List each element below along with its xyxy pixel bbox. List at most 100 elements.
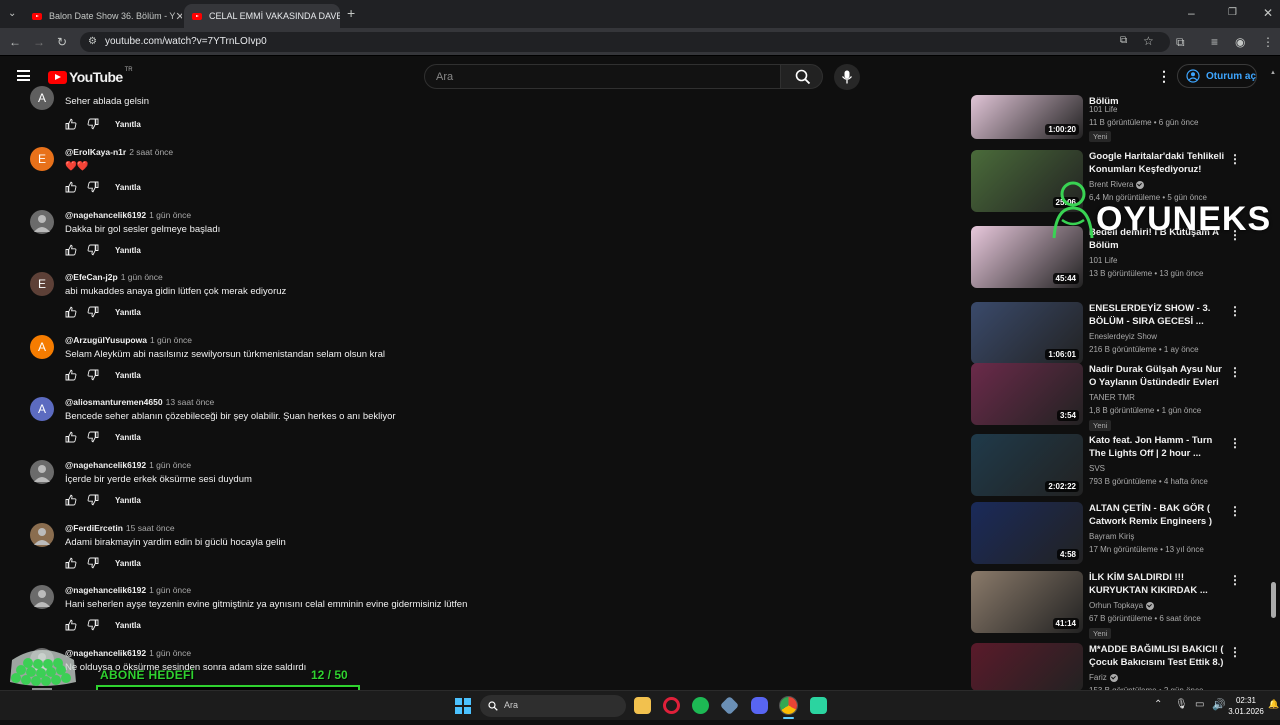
dislike-icon[interactable] [87, 306, 99, 318]
reply-button[interactable]: Yanıtla [115, 308, 141, 317]
related-video-item[interactable]: 3:54 Nadir Durak Gülşah Aysu Nur O Yaylan… [971, 363, 1251, 431]
comment-author[interactable]: @nagehancelik6192 1 gün önce [65, 460, 191, 470]
video-title[interactable]: İLK KİM SALDIRDI !!! KURYUKTAN KIKIRDAK … [1089, 571, 1225, 597]
like-icon[interactable] [65, 619, 77, 631]
like-icon[interactable] [65, 369, 77, 381]
video-thumbnail[interactable]: 1:00:20 [971, 95, 1083, 139]
channel-name[interactable]: Bayram Kiriş [1089, 532, 1134, 541]
comment-username[interactable]: @ArzugülYusupowa [65, 335, 147, 345]
comment-time[interactable]: 1 gün önce [149, 648, 191, 658]
more-actions-icon[interactable]: ⋮ [1229, 504, 1241, 518]
channel-name[interactable]: 101 Life [1089, 256, 1117, 265]
like-icon[interactable] [65, 306, 77, 318]
dislike-icon[interactable] [87, 557, 99, 569]
reply-button[interactable]: Yanıtla [115, 559, 141, 568]
notifications-icon[interactable]: 🔔 [1268, 699, 1279, 710]
channel-name[interactable]: 101 Life [1089, 105, 1117, 114]
comment-username[interactable]: @aliosmanturemen4650 [65, 397, 163, 407]
dislike-icon[interactable] [87, 494, 99, 506]
maximize-icon[interactable]: ❐ [1228, 7, 1237, 19]
comment-time[interactable]: 15 saat önce [126, 523, 175, 533]
more-actions-icon[interactable]: ⋮ [1229, 365, 1241, 379]
video-title[interactable]: ENESLERDEYİZ SHOW - 3. BÖLÜM - SIRA GECE… [1089, 302, 1225, 328]
avatar[interactable]: A [30, 335, 54, 359]
channel-name[interactable]: TANER TMR [1089, 393, 1135, 402]
video-title[interactable]: ALTAN ÇETİN - BAK GÖR ( Catwork Remix En… [1089, 502, 1225, 528]
dislike-icon[interactable] [87, 619, 99, 631]
comment-time[interactable]: 1 gün önce [149, 585, 191, 595]
voice-search-button[interactable] [834, 64, 860, 90]
comment-username[interactable]: @EfeCan-j2p [65, 272, 118, 282]
tab-balon-date[interactable]: Balon Date Show 36. Bölüm - Y ✕ [24, 4, 182, 28]
settings-more-icon[interactable]: ⋮ [1157, 68, 1171, 85]
avatar[interactable] [30, 210, 54, 234]
tray-microphone-icon[interactable]: 🎙 [1175, 699, 1188, 710]
file-explorer-icon[interactable] [634, 697, 651, 714]
install-app-icon[interactable]: ⧉ [1120, 35, 1127, 46]
video-thumbnail[interactable]: 3:54 [971, 363, 1083, 425]
avatar[interactable]: E [30, 272, 54, 296]
dislike-icon[interactable] [87, 244, 99, 256]
dislike-icon[interactable] [87, 431, 99, 443]
reply-button[interactable]: Yanıtla [115, 371, 141, 380]
forward-icon[interactable]: → [33, 36, 45, 48]
like-icon[interactable] [65, 181, 77, 193]
like-icon[interactable] [65, 557, 77, 569]
channel-name[interactable]: Fariz [1089, 673, 1118, 682]
search-input[interactable]: Ara [424, 64, 781, 89]
channel-name[interactable]: Brent Rivera [1089, 180, 1145, 189]
reply-button[interactable]: Yanıtla [115, 120, 141, 129]
comment-author[interactable]: @ArzugülYusupowa 1 gün önce [65, 335, 192, 345]
dislike-icon[interactable] [87, 181, 99, 193]
like-icon[interactable] [65, 118, 77, 130]
profile-icon[interactable]: ◉ [1235, 36, 1245, 48]
reply-button[interactable]: Yanıtla [115, 433, 141, 442]
reply-button[interactable]: Yanıtla [115, 621, 141, 630]
comment-username[interactable]: @FerdiErcetin [65, 523, 123, 533]
video-thumbnail[interactable]: 4:58 [971, 502, 1083, 564]
like-icon[interactable] [65, 244, 77, 256]
comment-author[interactable]: @EfeCan-j2p 1 gün önce [65, 272, 163, 282]
close-tab-icon[interactable]: ✕ [175, 10, 182, 23]
minimize-icon[interactable]: – [1188, 7, 1195, 19]
channel-name[interactable]: SVS [1089, 464, 1105, 473]
avatar[interactable]: E [30, 147, 54, 171]
channel-name[interactable]: Orhun Topkaya [1089, 601, 1155, 610]
menu-icon[interactable] [17, 70, 30, 81]
dislike-icon[interactable] [87, 369, 99, 381]
comment-username[interactable]: @nagehancelik6192 [65, 210, 146, 220]
video-thumbnail[interactable]: 2:02:22 [971, 434, 1083, 496]
related-video-item[interactable]: 1:00:20 Bölüm 101 Life 11 B görüntüleme • 6… [971, 95, 1251, 157]
vpn-app-icon[interactable] [719, 695, 740, 716]
avatar[interactable] [30, 523, 54, 547]
comment-username[interactable]: @nagehancelik6192 [65, 585, 146, 595]
tray-volume-icon[interactable]: 🔊 [1212, 698, 1226, 711]
chrome-menu-icon[interactable]: ⋮ [1262, 36, 1274, 48]
related-video-item[interactable]: 1:06:01 ENESLERDEYİZ SHOW - 3. BÖLÜM - SI… [971, 302, 1251, 364]
video-thumbnail[interactable]: 41:14 [971, 571, 1083, 633]
related-video-item[interactable]: 2:02:22 Kato feat. Jon Hamm - Turn The Li… [971, 434, 1251, 496]
more-actions-icon[interactable]: ⋮ [1229, 152, 1241, 166]
youtube-logo[interactable]: YouTube TR [48, 67, 133, 85]
video-title[interactable]: Nadir Durak Gülşah Aysu Nur O Yaylanın Ü… [1089, 363, 1225, 390]
comment-author[interactable]: @nagehancelik6192 1 gün önce [65, 648, 191, 658]
reply-button[interactable]: Yanıtla [115, 496, 141, 505]
page-scrollbar[interactable]: ▲ [1270, 70, 1276, 690]
comment-time[interactable]: 2 saat önce [129, 147, 173, 157]
tray-network-icon[interactable]: ▭ [1195, 699, 1204, 710]
comment-author[interactable]: @aliosmanturemen4650 13 saat önce [65, 397, 214, 407]
tab-search-icon[interactable]: ⌄ [8, 8, 16, 20]
video-thumbnail[interactable]: 1:06:01 [971, 302, 1083, 364]
new-tab-icon[interactable]: + [347, 6, 355, 20]
scroll-up-icon[interactable]: ▲ [1270, 70, 1276, 76]
comment-time[interactable]: 1 gün önce [149, 210, 191, 220]
taskbar-search[interactable]: Ara [480, 695, 626, 717]
game-app-icon[interactable] [810, 697, 827, 714]
comment-author[interactable]: @nagehancelik6192 1 gün önce [65, 210, 191, 220]
related-video-item[interactable]: 41:14 İLK KİM SALDIRDI !!! KURYUKTAN KIKI… [971, 571, 1251, 639]
avatar[interactable] [30, 460, 54, 484]
video-title[interactable]: Google Haritalar'daki Tehlikeli Konumlar… [1089, 150, 1225, 176]
back-icon[interactable]: ← [9, 36, 21, 48]
channel-name[interactable]: Eneslerdeyiz Show [1089, 332, 1157, 341]
windows-start-icon[interactable] [455, 698, 471, 714]
